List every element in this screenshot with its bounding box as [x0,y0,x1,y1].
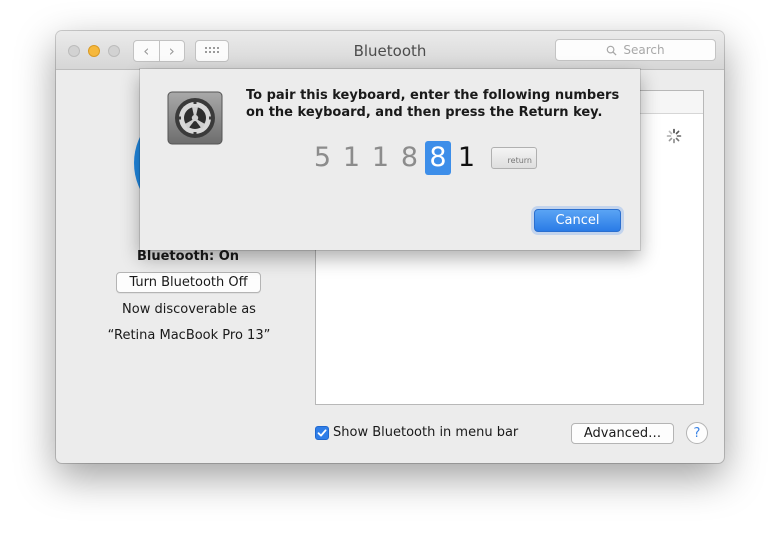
show-in-menu-bar-label[interactable]: Show Bluetooth in menu bar [333,425,518,440]
checkmark-icon [317,429,327,437]
pairing-instructions-line-2: on the keyboard, and then press the Retu… [246,105,603,120]
grid-icon [205,47,219,53]
bluetooth-status: Bluetooth: On [136,249,239,264]
search-placeholder: Search [623,43,665,57]
passkey-digit-pending: 1 [457,142,476,173]
search-icon [607,45,617,56]
activity-spinner-icon [666,128,682,144]
discoverable-text: Now discoverable as [122,302,256,317]
chevron-left-icon: ‹ [143,41,150,60]
passkey-digit-entered: 1 [342,142,361,173]
pairing-instructions-line-1: To pair this keyboard, enter the followi… [246,88,620,103]
chevron-right-icon: › [168,41,175,60]
back-button[interactable]: ‹ [134,41,160,61]
search-field[interactable]: Search [555,39,716,61]
show-all-button[interactable] [195,40,229,62]
window-title: Bluetooth [353,42,427,60]
passkey-digit-current: 8 [425,141,451,175]
close-button[interactable] [68,45,80,57]
return-key-icon: return [491,147,537,169]
passkey-digit-entered: 8 [400,142,419,173]
system-preferences-gear-icon [167,91,223,145]
navigation-buttons: ‹ › [133,40,185,62]
pairing-sheet: To pair this keyboard, enter the followi… [140,69,640,250]
passkey-digit-entered: 1 [371,142,390,173]
help-button[interactable]: ? [686,422,708,444]
title-bar: ‹ › Bluetooth Search [56,31,724,70]
minimize-button[interactable] [88,45,100,57]
zoom-button[interactable] [108,45,120,57]
device-name: “Retina MacBook Pro 13” [107,328,271,343]
passkey-code: 5 1 1 8 8 1 return [308,141,537,175]
forward-button[interactable]: › [160,41,185,61]
cancel-button[interactable]: Cancel [534,209,621,232]
turn-bluetooth-off-button[interactable]: Turn Bluetooth Off [116,272,261,293]
passkey-digit-entered: 5 [313,142,332,173]
advanced-button[interactable]: Advanced… [571,423,674,444]
show-in-menu-bar-checkbox[interactable] [315,426,329,440]
pairing-instructions: To pair this keyboard, enter the followi… [246,87,626,121]
